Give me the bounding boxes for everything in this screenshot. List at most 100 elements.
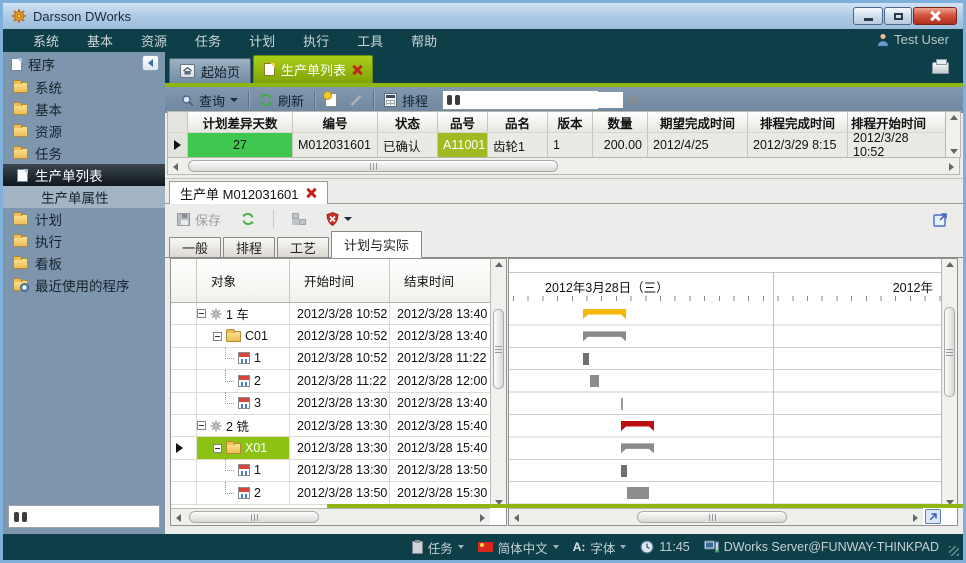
refresh-detail-button[interactable] <box>235 208 261 230</box>
scrollbar-thumb[interactable] <box>493 309 504 389</box>
sidebar-item-task[interactable]: 任务 <box>3 142 165 164</box>
sidebar-item-plan[interactable]: 计划 <box>3 208 165 230</box>
sidebar-item-basic[interactable]: 基本 <box>3 98 165 120</box>
column-header[interactable]: 品号 <box>438 112 488 132</box>
scroll-up-icon[interactable] <box>950 115 958 120</box>
popout-icon[interactable] <box>933 211 949 227</box>
gantt-bar-summary[interactable] <box>583 331 626 341</box>
scroll-left-icon[interactable] <box>176 514 181 522</box>
scroll-right-icon[interactable] <box>480 514 485 522</box>
sidebar-item-kanban[interactable]: 看板 <box>3 252 165 274</box>
sidebar-item-recent-programs[interactable]: 最近使用的程序 <box>3 274 165 296</box>
table-row[interactable]: 1 车 2012/3/28 10:52 2012/3/28 13:40 <box>171 303 490 325</box>
close-tab-icon[interactable] <box>352 65 362 75</box>
gantt-bar-task[interactable] <box>627 487 649 499</box>
gantt-bar-summary[interactable] <box>621 421 654 431</box>
save-button[interactable]: 保存 <box>171 208 227 230</box>
table-row[interactable]: 1 2012/3/28 13:30 2012/3/28 13:50 <box>171 460 490 482</box>
scroll-left-icon[interactable] <box>173 163 178 171</box>
close-button[interactable] <box>913 7 957 25</box>
column-header[interactable]: 开始时间 <box>290 259 390 302</box>
scrollbar-thumb[interactable] <box>188 160 558 172</box>
scroll-right-icon[interactable] <box>949 163 954 171</box>
tree-horizontal-scrollbar[interactable] <box>171 508 490 525</box>
query-button[interactable]: 查询 <box>175 89 244 111</box>
tab-plan-vs-actual[interactable]: 计划与实际 <box>331 231 422 258</box>
table-row[interactable]: 1 2012/3/28 10:52 2012/3/28 11:22 <box>171 348 490 370</box>
tab-general[interactable]: 一般 <box>169 237 221 258</box>
sidebar-item-production-order-props[interactable]: 生产单属性 <box>3 186 165 208</box>
column-header[interactable]: 数量 <box>593 112 648 132</box>
grid-horizontal-scrollbar[interactable] <box>167 158 960 175</box>
menu-plan[interactable]: 计划 <box>235 28 289 53</box>
new-button[interactable] <box>319 89 343 111</box>
menu-execute[interactable]: 执行 <box>289 28 343 53</box>
scrollbar-thumb[interactable] <box>637 511 787 523</box>
column-header[interactable]: 排程完成时间 <box>748 112 848 132</box>
table-row selected[interactable]: X01 2012/3/28 13:30 2012/3/28 15:40 <box>171 437 490 459</box>
menu-resource[interactable]: 资源 <box>127 28 181 53</box>
gantt-bar-summary[interactable] <box>621 443 654 453</box>
schedule-button[interactable]: 排程 <box>378 89 434 111</box>
column-header[interactable]: 排程开始时间 <box>848 112 929 132</box>
gantt-bar-task[interactable] <box>621 465 627 477</box>
tab-production-order-list[interactable]: 生产单列表 <box>253 55 373 83</box>
gantt-bar-task[interactable] <box>583 353 589 365</box>
close-detail-icon[interactable] <box>307 188 317 198</box>
gantt-horizontal-scrollbar[interactable] <box>509 508 923 525</box>
column-header[interactable]: 版本 <box>548 112 593 132</box>
resize-grip[interactable] <box>949 546 959 556</box>
status-server[interactable]: DWorks Server@FUNWAY-THINKPAD <box>704 540 939 554</box>
collapse-toggle-icon[interactable] <box>197 421 206 430</box>
sidebar-item-execute[interactable]: 执行 <box>3 230 165 252</box>
column-header[interactable]: 计划差异天数 <box>188 112 293 132</box>
table-row[interactable]: C01 2012/3/28 10:52 2012/3/28 13:40 <box>171 325 490 347</box>
refresh-button[interactable]: 刷新 <box>253 89 310 111</box>
collapse-toggle-icon[interactable] <box>213 332 222 341</box>
gantt-vertical-scrollbar[interactable] <box>941 259 957 508</box>
toolbar-search-input[interactable] <box>464 92 623 108</box>
security-button[interactable] <box>320 208 358 230</box>
column-header[interactable]: 编号 <box>293 112 378 132</box>
gantt-bar-task[interactable] <box>621 398 623 410</box>
routing-button[interactable] <box>286 208 312 230</box>
minimize-button[interactable] <box>853 7 883 25</box>
sidebar-item-production-order-list[interactable]: 生产单列表 <box>3 164 165 186</box>
scroll-right-icon[interactable] <box>913 514 918 522</box>
table-row[interactable]: 2 铣 2012/3/28 13:30 2012/3/28 15:40 <box>171 415 490 437</box>
table-row[interactable]: 2 2012/3/28 13:50 2012/3/28 15:30 <box>171 482 490 504</box>
table-row[interactable]: 3 2012/3/28 13:30 2012/3/28 13:40 <box>171 393 490 415</box>
status-font-menu[interactable]: A: 字体 <box>573 538 627 557</box>
popout-corner-button[interactable] <box>925 509 941 524</box>
scrollbar-thumb[interactable] <box>944 307 955 397</box>
column-header[interactable]: 状态 <box>378 112 438 132</box>
maximize-button[interactable] <box>884 7 912 25</box>
status-language-menu[interactable]: 简体中文 <box>478 538 559 557</box>
sidebar-collapse-button[interactable] <box>142 55 159 71</box>
scrollbar-thumb[interactable] <box>189 511 319 523</box>
tab-schedule[interactable]: 排程 <box>223 237 275 258</box>
table-row[interactable]: 2 2012/3/28 11:22 2012/3/28 12:00 <box>171 370 490 392</box>
sidebar-item-system[interactable]: 系统 <box>3 76 165 98</box>
column-header[interactable]: 品名 <box>488 112 548 132</box>
tree-vertical-scrollbar[interactable] <box>490 259 506 508</box>
collapse-toggle-icon[interactable] <box>213 444 222 453</box>
menu-help[interactable]: 帮助 <box>397 28 451 53</box>
status-task-menu[interactable]: 任务 <box>412 538 464 557</box>
column-header[interactable]: 对象 <box>197 259 290 302</box>
gantt-bar-task[interactable] <box>590 375 599 387</box>
table-row[interactable]: 27 M012031601 已确认 A11001 齿轮1 1 200.00 20… <box>167 132 960 158</box>
edit-button[interactable] <box>343 89 369 111</box>
detail-tab[interactable]: 生产单 M012031601 <box>169 181 328 204</box>
menu-basic[interactable]: 基本 <box>73 28 127 53</box>
menu-tools[interactable]: 工具 <box>343 28 397 53</box>
scroll-down-icon[interactable] <box>950 149 958 154</box>
tab-process[interactable]: 工艺 <box>277 237 329 258</box>
current-user[interactable]: Test User <box>877 32 949 47</box>
scroll-left-icon[interactable] <box>514 514 519 522</box>
menu-task[interactable]: 任务 <box>181 28 235 53</box>
gantt-bar-summary[interactable] <box>583 309 626 319</box>
printer-icon[interactable] <box>932 62 949 74</box>
grid-vertical-scrollbar[interactable] <box>945 111 961 158</box>
tab-start-page[interactable]: 起始页 <box>169 58 251 83</box>
